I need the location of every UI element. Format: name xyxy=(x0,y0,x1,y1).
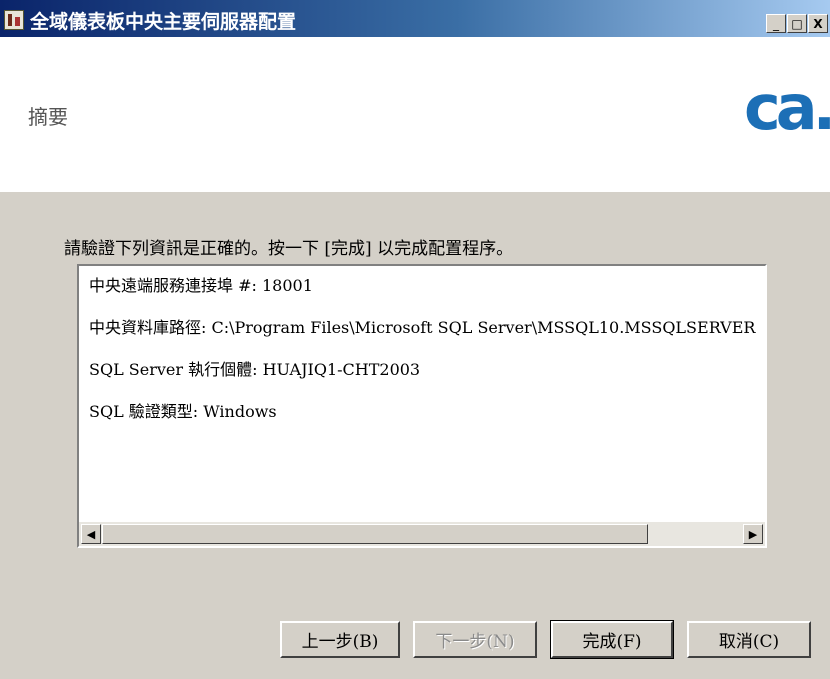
minimize-button[interactable]: _ xyxy=(766,14,786,33)
summary-line-port: 中央遠端服務連接埠 #: 18001 xyxy=(89,276,313,295)
scroll-thumb[interactable] xyxy=(102,524,648,544)
window-title: 全域儀表板中央主要伺服器配置 xyxy=(30,11,297,33)
maximize-button[interactable]: □ xyxy=(787,14,807,33)
ca-logo: ca. xyxy=(744,71,830,144)
wizard-body: 請驗證下列資訊是正確的。按一下 [完成] 以完成配置程序。 中央遠端服務連接埠 … xyxy=(0,192,830,679)
next-button[interactable]: 下一步(N) xyxy=(413,621,537,658)
app-icon[interactable] xyxy=(4,10,24,30)
cancel-button[interactable]: 取消(C) xyxy=(687,621,811,658)
summary-list[interactable]: 中央遠端服務連接埠 #: 18001 中央資料庫路徑: C:\Program F… xyxy=(77,264,767,548)
close-button[interactable]: X xyxy=(808,14,828,33)
summary-line-auth-type: SQL 驗證類型: Windows xyxy=(89,402,277,421)
summary-content: 中央遠端服務連接埠 #: 18001 中央資料庫路徑: C:\Program F… xyxy=(79,266,765,524)
summary-line-sql-instance: SQL Server 執行個體: HUAJIQ1-CHT2003 xyxy=(89,360,421,379)
instruction-text: 請驗證下列資訊是正確的。按一下 [完成] 以完成配置程序。 xyxy=(64,239,514,259)
wizard-header: 摘要 ca. xyxy=(0,37,830,192)
scroll-left-icon[interactable]: ◀ xyxy=(81,524,101,544)
horizontal-scrollbar[interactable]: ◀ ▶ xyxy=(79,522,765,546)
scroll-right-icon[interactable]: ▶ xyxy=(743,524,763,544)
finish-button[interactable]: 完成(F) xyxy=(550,620,674,659)
back-button[interactable]: 上一步(B) xyxy=(280,621,400,658)
page-title: 摘要 xyxy=(28,105,68,129)
summary-line-db-path: 中央資料庫路徑: C:\Program Files\Microsoft SQL … xyxy=(89,318,756,337)
title-bar: 全域儀表板中央主要伺服器配置 _ □ X xyxy=(0,0,830,37)
